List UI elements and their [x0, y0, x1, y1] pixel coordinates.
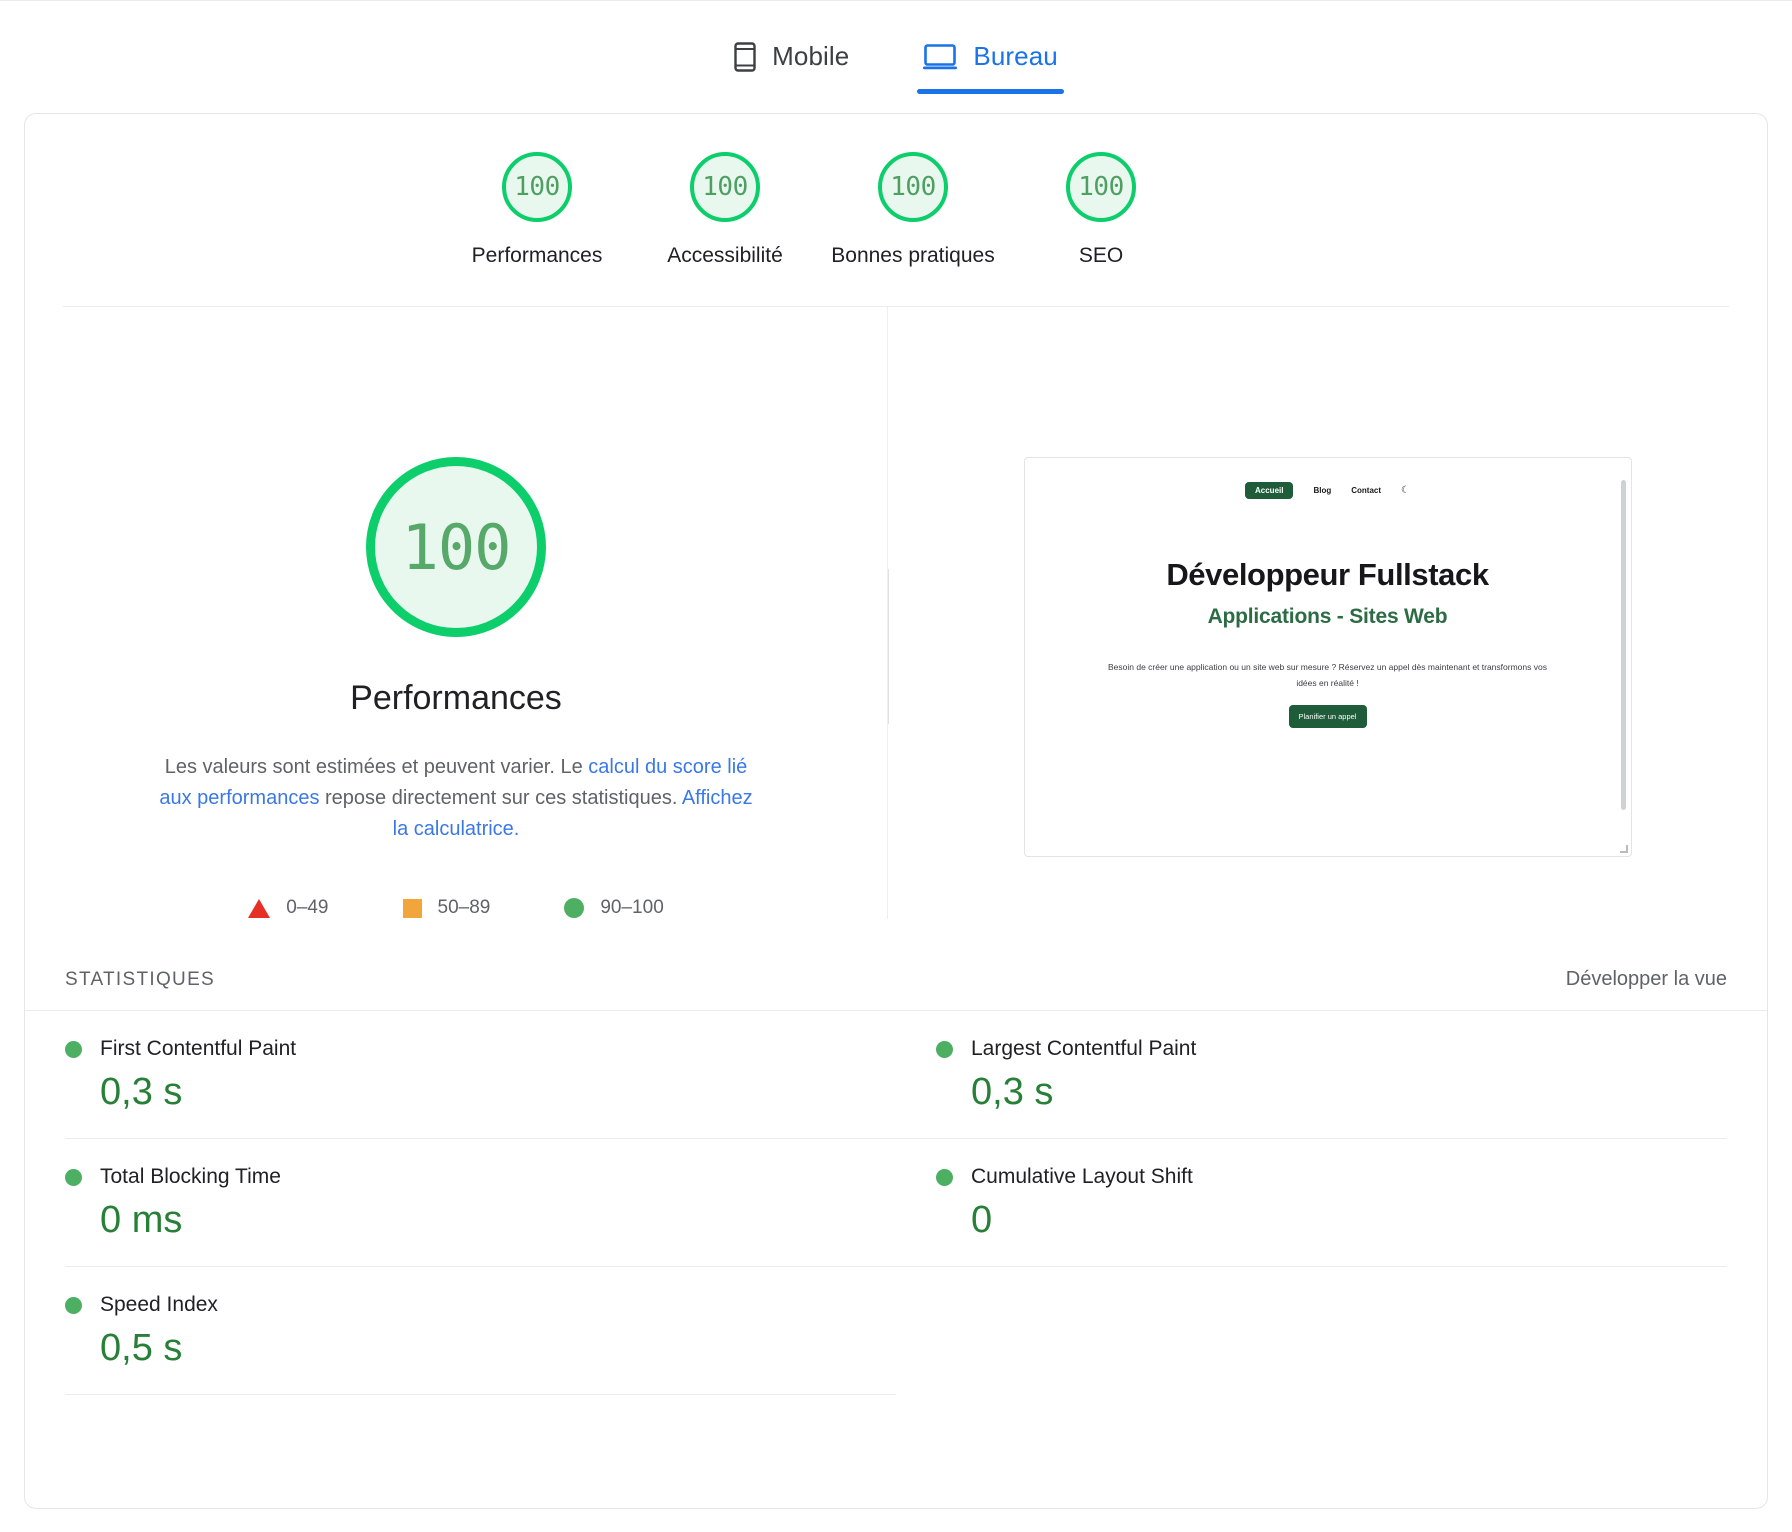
metric-speed-index[interactable]: Speed Index 0,5 s: [65, 1267, 896, 1395]
performance-description: Les valeurs sont estimées et peuvent var…: [151, 752, 761, 845]
triangle-icon: [248, 898, 271, 918]
panel-divider: [888, 569, 889, 724]
thumbnail-cta-button: Planifier un appel: [1288, 705, 1367, 729]
big-gauge-score: 100: [401, 510, 512, 584]
pagespeed-report: Mobile Bureau 100 Performances 100 Acces…: [0, 0, 1792, 1532]
thumbnail-nav-contact: Contact: [1351, 486, 1382, 495]
status-dot-icon: [65, 1296, 82, 1314]
page-title: Performances: [350, 679, 562, 717]
status-dot-icon: [65, 1168, 82, 1186]
gauge-score-seo: 100: [1078, 172, 1124, 202]
legend-label-poor: 0–49: [286, 897, 329, 918]
score-legend: 0–49 50–89 90–100: [248, 897, 664, 919]
metric-header: Cumulative Layout Shift: [936, 1165, 1727, 1189]
tab-mobile-label: Mobile: [772, 41, 850, 71]
circle-icon: [564, 898, 585, 918]
metric-placeholder: [896, 1267, 1727, 1395]
metric-label: Largest Contentful Paint: [971, 1037, 1197, 1060]
metrics-grid: First Contentful Paint 0,3 s Largest Con…: [25, 1011, 1767, 1395]
report-card: 100 Performances 100 Accessibilité 100 B…: [24, 113, 1768, 1509]
gauge-ring-best-practices: 100: [878, 152, 948, 222]
gauge-label-best-practices: Bonnes pratiques: [831, 244, 995, 267]
category-accessibility[interactable]: 100 Accessibilité: [631, 152, 819, 268]
big-gauge-performance: 100: [366, 457, 546, 637]
metric-header: Speed Index: [65, 1293, 856, 1317]
resize-handle-icon: [1619, 845, 1628, 853]
category-performance[interactable]: 100 Performances: [443, 152, 631, 268]
gauge-ring-accessibility: 100: [690, 152, 760, 222]
mobile-icon: [734, 41, 756, 72]
thumbnail-heading: Développeur Fullstack: [1166, 557, 1489, 592]
category-score-strip: 100 Performances 100 Accessibilité 100 B…: [25, 114, 1767, 268]
thumbnail-nav-blog: Blog: [1313, 486, 1332, 495]
gauge-label-seo: SEO: [1078, 244, 1124, 267]
gauge-ring-seo: 100: [1066, 152, 1136, 222]
metric-cumulative-layout-shift[interactable]: Cumulative Layout Shift 0: [896, 1139, 1727, 1267]
gauge-label-performance: Performances: [471, 244, 603, 267]
metric-value: 0,3 s: [971, 1071, 1054, 1113]
thumbnail-scrollbar: [1620, 480, 1626, 810]
category-best-practices[interactable]: 100 Bonnes pratiques: [819, 152, 1007, 268]
performance-detail: 100 Performances Les valeurs sont estimé…: [25, 307, 1767, 919]
metric-total-blocking-time[interactable]: Total Blocking Time 0 ms: [65, 1139, 896, 1267]
page-preview-panel: Accueil Blog Contact ☾ Développeur Fulls…: [887, 307, 1767, 919]
legend-item-average: 50–89: [402, 897, 491, 919]
gauge-score-accessibility: 100: [702, 172, 748, 202]
statistics-header: STATISTIQUES Développer la vue: [25, 949, 1767, 1011]
metric-header: First Contentful Paint: [65, 1037, 856, 1061]
status-dot-icon: [936, 1040, 953, 1058]
metric-value: 0: [971, 1199, 993, 1241]
tab-desktop-label: Bureau: [973, 41, 1058, 71]
metric-value: 0,3 s: [100, 1071, 183, 1113]
metric-first-contentful-paint[interactable]: First Contentful Paint 0,3 s: [65, 1011, 896, 1139]
device-tab-bar: Mobile Bureau: [0, 1, 1792, 113]
expand-view-button[interactable]: Développer la vue: [1566, 968, 1727, 991]
metric-label: Total Blocking Time: [100, 1165, 281, 1188]
category-seo[interactable]: 100 SEO: [1007, 152, 1195, 268]
desc-text-1: Les valeurs sont estimées et peuvent var…: [164, 756, 589, 778]
status-dot-icon: [936, 1168, 953, 1186]
moon-icon: ☾: [1401, 485, 1410, 496]
tab-desktop[interactable]: Bureau: [917, 35, 1065, 94]
metric-label: Cumulative Layout Shift: [971, 1165, 1193, 1188]
legend-label-good: 90–100: [600, 897, 664, 918]
gauge-ring-performance: 100: [502, 152, 572, 222]
legend-item-poor: 0–49: [248, 897, 329, 919]
square-icon: [402, 898, 422, 918]
performance-summary: 100 Performances Les valeurs sont estimé…: [25, 307, 887, 919]
thumbnail-nav-home: Accueil: [1245, 482, 1294, 499]
metric-header: Largest Contentful Paint: [936, 1037, 1727, 1061]
metric-label: First Contentful Paint: [100, 1037, 297, 1060]
metric-header: Total Blocking Time: [65, 1165, 856, 1189]
desc-text-2: repose directement sur ces statistiques.: [319, 787, 682, 809]
metric-label: Speed Index: [100, 1293, 218, 1316]
legend-label-average: 50–89: [437, 897, 491, 918]
metric-value: 0,5 s: [100, 1327, 183, 1369]
metric-value: 0 ms: [100, 1199, 183, 1241]
statistics-title: STATISTIQUES: [65, 968, 216, 990]
page-screenshot-thumbnail: Accueil Blog Contact ☾ Développeur Fulls…: [1023, 457, 1632, 857]
metric-largest-contentful-paint[interactable]: Largest Contentful Paint 0,3 s: [896, 1011, 1727, 1139]
tab-mobile[interactable]: Mobile: [728, 35, 855, 94]
status-dot-icon: [65, 1040, 82, 1058]
gauge-label-accessibility: Accessibilité: [667, 244, 783, 267]
thumbnail-paragraph: Besoin de créer une application ou un si…: [1108, 662, 1547, 689]
desktop-icon: [923, 43, 958, 71]
gauge-score-best-practices: 100: [890, 172, 936, 202]
thumbnail-subheading: Applications - Sites Web: [1207, 605, 1448, 628]
gauge-score-performance: 100: [514, 172, 560, 202]
thumbnail-nav: Accueil Blog Contact ☾: [1025, 458, 1631, 499]
legend-item-good: 90–100: [564, 897, 664, 919]
